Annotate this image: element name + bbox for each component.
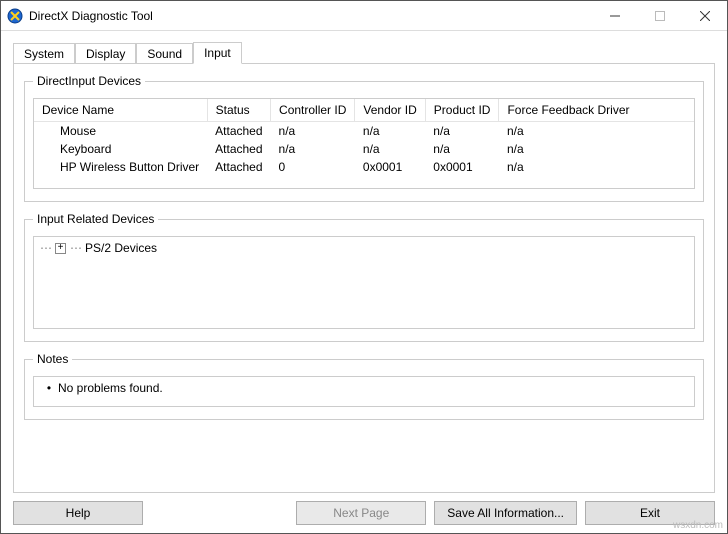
cell-product: 0x0001	[425, 158, 499, 176]
tree-item-ps2[interactable]: ⋯ + ⋯ PS/2 Devices	[34, 237, 694, 259]
cell-vendor: 0x0001	[355, 158, 425, 176]
window-title: DirectX Diagnostic Tool	[29, 9, 592, 23]
group-input-related-devices: Input Related Devices ⋯ + ⋯ PS/2 Devices	[24, 212, 704, 342]
group-directinput-devices: DirectInput Devices Device Name Status C…	[24, 74, 704, 202]
cell-product: n/a	[425, 140, 499, 158]
table-row[interactable]: Mouse Attached n/a n/a n/a n/a	[34, 122, 694, 141]
window-controls	[592, 1, 727, 30]
device-table: Device Name Status Controller ID Vendor …	[34, 99, 694, 176]
cell-status: Attached	[207, 122, 270, 141]
tree-line-icon: ⋯	[70, 241, 81, 255]
cell-ffd: n/a	[499, 140, 694, 158]
cell-vendor: n/a	[355, 122, 425, 141]
spacer	[151, 501, 288, 525]
watermark: wsxdn.com	[673, 520, 723, 531]
cell-status: Attached	[207, 140, 270, 158]
cell-controller: n/a	[271, 122, 355, 141]
group-legend: DirectInput Devices	[33, 74, 145, 88]
notes-text: No problems found.	[58, 381, 163, 395]
tab-strip: System Display Sound Input	[13, 41, 715, 63]
content-area: System Display Sound Input DirectInput D…	[1, 31, 727, 501]
col-status[interactable]: Status	[207, 99, 270, 122]
minimize-button[interactable]	[592, 1, 637, 30]
tab-system[interactable]: System	[13, 43, 75, 64]
device-table-container: Device Name Status Controller ID Vendor …	[33, 98, 695, 189]
cell-name: Mouse	[34, 122, 207, 141]
cell-product: n/a	[425, 122, 499, 141]
group-legend: Input Related Devices	[33, 212, 158, 226]
help-button[interactable]: Help	[13, 501, 143, 525]
table-row[interactable]: Keyboard Attached n/a n/a n/a n/a	[34, 140, 694, 158]
tree-item-label: PS/2 Devices	[85, 241, 157, 255]
cell-ffd: n/a	[499, 158, 694, 176]
table-header-row: Device Name Status Controller ID Vendor …	[34, 99, 694, 122]
col-device-name[interactable]: Device Name	[34, 99, 207, 122]
col-controller-id[interactable]: Controller ID	[271, 99, 355, 122]
list-item[interactable]: • No problems found.	[34, 377, 694, 399]
group-legend: Notes	[33, 352, 72, 366]
col-vendor-id[interactable]: Vendor ID	[355, 99, 425, 122]
maximize-button[interactable]	[637, 1, 682, 30]
tab-input[interactable]: Input	[193, 42, 242, 64]
app-icon	[7, 8, 23, 24]
footer-buttons: Help Next Page Save All Information... E…	[13, 501, 715, 525]
tab-panel-input: DirectInput Devices Device Name Status C…	[13, 63, 715, 493]
expander-icon[interactable]: +	[55, 243, 66, 254]
tree-line-icon: ⋯	[40, 241, 51, 255]
save-all-button[interactable]: Save All Information...	[434, 501, 577, 525]
cell-vendor: n/a	[355, 140, 425, 158]
tab-display[interactable]: Display	[75, 43, 136, 64]
cell-controller: 0	[271, 158, 355, 176]
table-row[interactable]: HP Wireless Button Driver Attached 0 0x0…	[34, 158, 694, 176]
close-button[interactable]	[682, 1, 727, 30]
cell-name: Keyboard	[34, 140, 207, 158]
col-product-id[interactable]: Product ID	[425, 99, 499, 122]
cell-status: Attached	[207, 158, 270, 176]
col-ffd[interactable]: Force Feedback Driver	[499, 99, 694, 122]
titlebar: DirectX Diagnostic Tool	[1, 1, 727, 31]
next-page-button[interactable]: Next Page	[296, 501, 426, 525]
cell-ffd: n/a	[499, 122, 694, 141]
bullet-icon: •	[40, 381, 58, 395]
cell-name: HP Wireless Button Driver	[34, 158, 207, 176]
tab-sound[interactable]: Sound	[136, 43, 193, 64]
group-notes: Notes • No problems found.	[24, 352, 704, 420]
cell-controller: n/a	[271, 140, 355, 158]
notes-container: • No problems found.	[33, 376, 695, 407]
related-tree-container: ⋯ + ⋯ PS/2 Devices	[33, 236, 695, 329]
